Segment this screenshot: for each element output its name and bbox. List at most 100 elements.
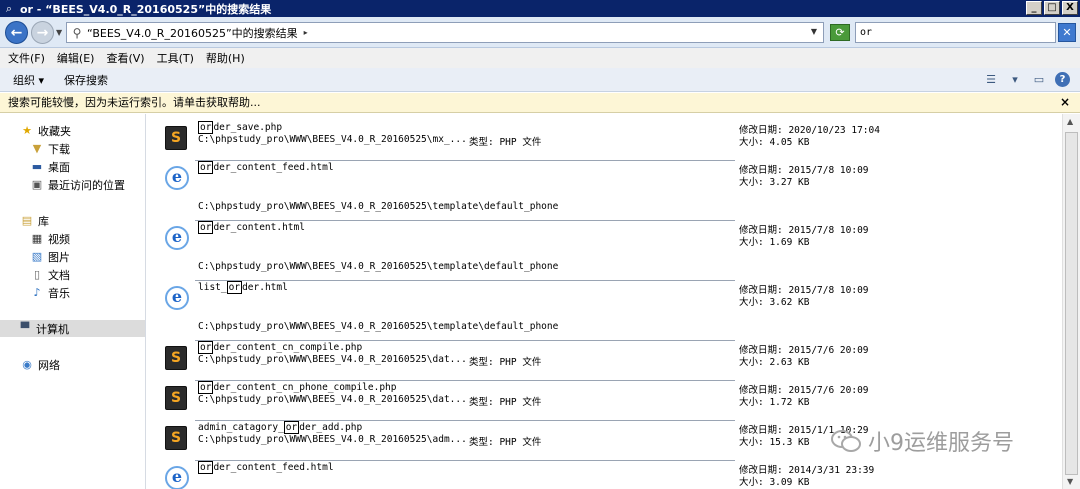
file-size: 大小: 1.72 KB [739, 397, 810, 408]
file-type: 类型: PHP 文件 [469, 397, 542, 408]
file-name: list_ or der.html [198, 281, 288, 294]
change-view-icon[interactable]: ☰ [983, 72, 999, 87]
file-name: admin_catagory_ or der_add.php [198, 421, 363, 434]
maximize-button[interactable]: □ [1044, 1, 1060, 15]
file-name: or der_content_cn_compile.php [198, 341, 363, 354]
recent-pages-dropdown[interactable]: ▼ [56, 28, 62, 37]
forward-button[interactable]: → [31, 21, 54, 44]
file-path: C:\phpstudy_pro\WWW\BEES_V4.0_R_20160525… [198, 321, 559, 332]
window-controls: _ □ X [1024, 1, 1078, 15]
preview-pane-icon[interactable]: ▭ [1031, 72, 1047, 87]
watermark: 小9运维服务号 [830, 425, 1014, 457]
address-row: ← → ▼ ⚲ “BEES_V4.0_R_20160525”中的搜索结果 ▸ ▼… [0, 17, 1080, 48]
file-type: 类型: PHP 文件 [469, 437, 542, 448]
document-icon: ▯ [33, 267, 41, 281]
desktop-icon: ▬ [31, 159, 43, 173]
result-row[interactable]: e list_ or der.html C:\phpstudy_pro\WWW\BE… [159, 280, 1062, 340]
picture-icon: ▧ [31, 249, 43, 263]
back-button[interactable]: ← [5, 21, 28, 44]
sidebar-item-pictures[interactable]: ▧ 图片 [30, 248, 70, 265]
menu-file[interactable]: 文件(F) [8, 50, 45, 66]
result-row[interactable]: S or der_save.php C:\phpstudy_pro\WWW\BEE… [159, 121, 1062, 162]
result-row[interactable]: e or der_content_feed.html 修改日期: 2014/3/3… [159, 460, 1062, 489]
recent-places-icon: ▣ [31, 177, 43, 191]
view-options-dropdown-icon[interactable]: ▾ [1007, 72, 1023, 87]
file-name: or der_content_cn_phone_compile.php [198, 381, 397, 394]
clear-search-button[interactable]: ✕ [1058, 23, 1076, 42]
scroll-down-icon[interactable]: ▼ [1067, 477, 1073, 486]
address-dropdown-icon[interactable]: ▼ [811, 27, 817, 36]
save-search-button[interactable]: 保存搜索 [64, 72, 108, 88]
sidebar-item-desktop[interactable]: ▬ 桌面 [30, 158, 70, 175]
ie-html-file-icon: e [165, 166, 189, 190]
row-divider [195, 160, 735, 161]
refresh-button[interactable]: ⟳ [830, 24, 850, 41]
breadcrumb-chevron-icon[interactable]: ▸ [304, 28, 308, 37]
file-path: C:\phpstudy_pro\WWW\BEES_V4.0_R_20160525… [198, 434, 467, 445]
file-size: 大小: 1.69 KB [739, 237, 810, 248]
sidebar-item-music[interactable]: ♪ 音乐 [30, 284, 70, 301]
file-name: or der_content_feed.html [198, 161, 334, 174]
scroll-up-icon[interactable]: ▲ [1067, 117, 1073, 126]
sidebar-label: 收藏夹 [38, 124, 71, 138]
menu-help[interactable]: 帮助(H) [206, 50, 245, 66]
file-size: 大小: 15.3 KB [739, 437, 810, 448]
vertical-scrollbar[interactable]: ▲ ▼ [1062, 114, 1080, 489]
library-icon: ▤ [21, 213, 33, 227]
result-row[interactable]: e or der_content_feed.html C:\phpstudy_pr… [159, 160, 1062, 220]
row-divider [195, 280, 735, 281]
php-file-icon: S [165, 346, 187, 370]
sidebar-item-recent[interactable]: ▣ 最近访问的位置 [30, 176, 125, 193]
row-divider [195, 380, 735, 381]
sidebar-label: 网络 [38, 358, 60, 372]
result-row[interactable]: S or der_content_cn_compile.php C:\phpstu… [159, 340, 1062, 382]
info-bar-text: 搜索可能较慢，因为未运行索引。请单击获取帮助... [8, 96, 261, 109]
download-folder-icon: ▼ [32, 141, 42, 155]
sidebar-item-libraries[interactable]: ▤ 库 [20, 212, 49, 229]
row-divider [195, 220, 735, 221]
help-icon[interactable]: ? [1055, 72, 1070, 87]
file-type: 类型: PHP 文件 [469, 137, 542, 148]
sidebar-label: 音乐 [48, 286, 70, 300]
menu-tools[interactable]: 工具(T) [157, 50, 194, 66]
menu-edit[interactable]: 编辑(E) [57, 50, 95, 66]
sidebar-item-favorites[interactable]: ★ 收藏夹 [20, 122, 71, 139]
sidebar-label: 桌面 [48, 160, 70, 174]
sidebar-item-network[interactable]: ◉ 网络 [20, 356, 60, 373]
navigation-pane: ★ 收藏夹 ▼ 下载 ▬ 桌面 ▣ 最近访问的位置 ▤ 库 ▦ 视频 ▧ 图片 … [0, 114, 146, 489]
organize-button[interactable]: 组织 ▾ [13, 72, 44, 88]
address-bar[interactable]: ⚲ “BEES_V4.0_R_20160525”中的搜索结果 ▸ ▼ [66, 22, 824, 43]
scrollbar-thumb[interactable] [1065, 132, 1078, 475]
index-info-bar[interactable]: 搜索可能较慢，因为未运行索引。请单击获取帮助... × [0, 93, 1080, 113]
result-row[interactable]: S or der_content_cn_phone_compile.php C:\… [159, 380, 1062, 422]
minimize-button[interactable]: _ [1026, 1, 1042, 15]
sidebar-label: 计算机 [36, 322, 69, 336]
sidebar-item-documents[interactable]: ▯ 文档 [30, 266, 70, 283]
close-info-bar-icon[interactable]: × [1060, 93, 1070, 112]
watermark-text: 小9运维服务号 [868, 431, 1014, 456]
ie-html-file-icon: e [165, 466, 189, 489]
sidebar-label: 视频 [48, 232, 70, 246]
row-divider [195, 460, 735, 461]
file-size: 大小: 4.05 KB [739, 137, 810, 148]
php-file-icon: S [165, 126, 187, 150]
close-button[interactable]: X [1062, 1, 1078, 15]
file-path: C:\phpstudy_pro\WWW\BEES_V4.0_R_20160525… [198, 354, 467, 365]
sidebar-item-downloads[interactable]: ▼ 下载 [30, 140, 70, 157]
sidebar-item-computer[interactable]: ▀ 计算机 [0, 320, 145, 337]
sidebar-label: 图片 [48, 250, 70, 264]
result-row[interactable]: e or der_content.html C:\phpstudy_pro\WWW… [159, 220, 1062, 280]
view-controls: ☰ ▾ ▭ ? [975, 72, 1070, 87]
sidebar-label: 最近访问的位置 [48, 178, 125, 192]
computer-icon: ▀ [20, 321, 30, 335]
row-divider [195, 340, 735, 341]
php-file-icon: S [165, 426, 187, 450]
sidebar-item-videos[interactable]: ▦ 视频 [30, 230, 70, 247]
back-arrow-icon: ← [10, 25, 23, 41]
address-text: “BEES_V4.0_R_20160525”中的搜索结果 [87, 26, 298, 40]
command-bar: 组织 ▾ 保存搜索 ☰ ▾ ▭ ? [0, 68, 1080, 92]
sidebar-label: 文档 [48, 268, 70, 282]
search-input[interactable]: or [855, 22, 1056, 43]
file-size: 大小: 3.09 KB [739, 477, 810, 488]
menu-view[interactable]: 查看(V) [106, 50, 144, 66]
